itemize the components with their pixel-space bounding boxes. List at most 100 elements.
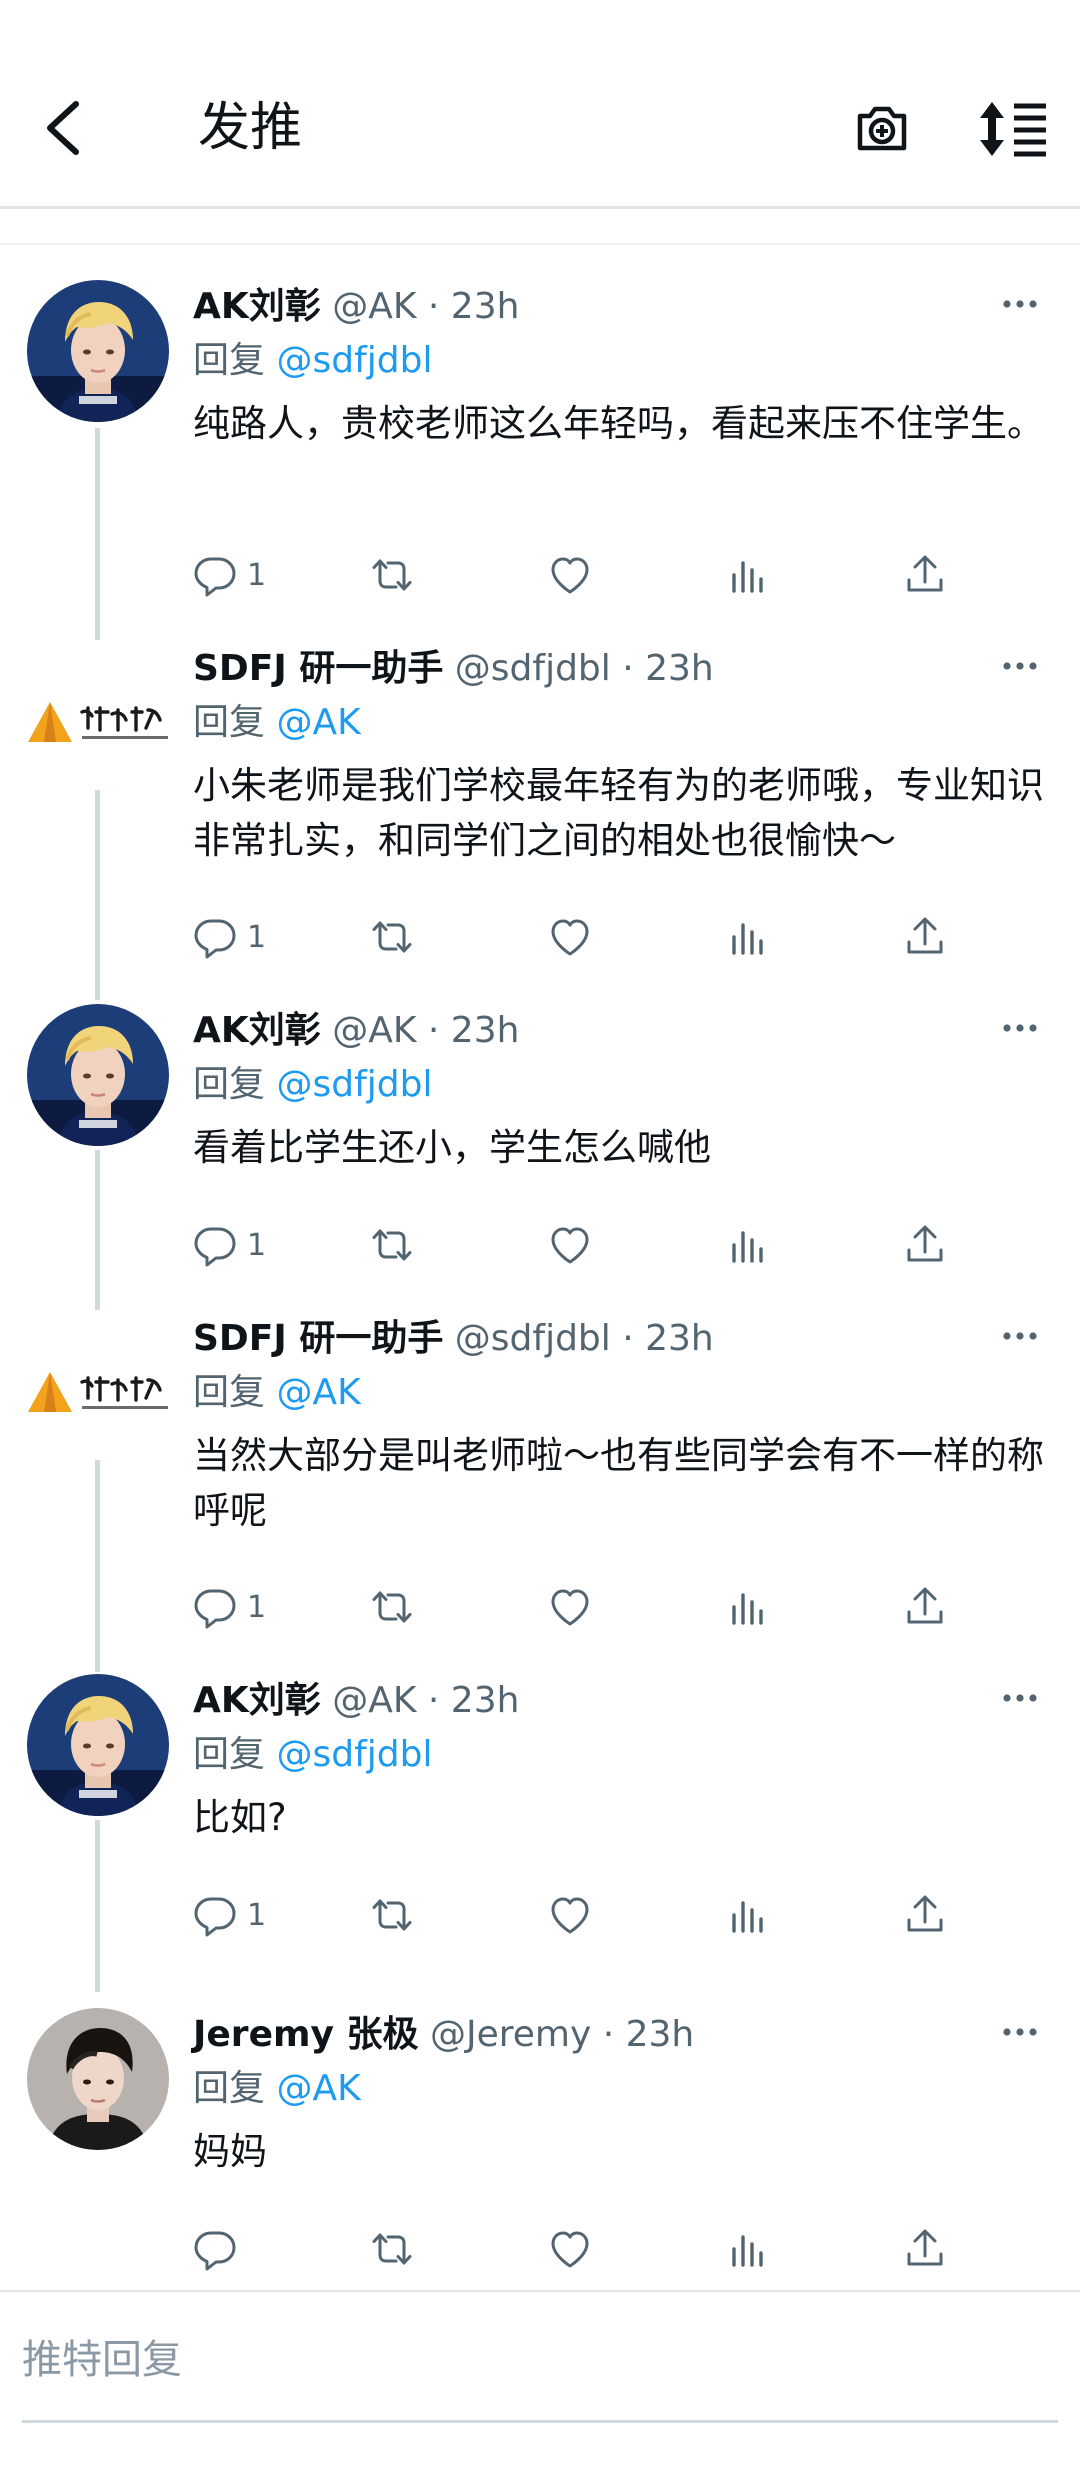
views-button[interactable] (726, 1220, 770, 1270)
retweet-icon (370, 1585, 414, 1629)
retweet-button[interactable] (370, 1582, 414, 1632)
action-bar: 1 (0, 1582, 1080, 1632)
tweet-text: 纯路人，贵校老师这么年轻吗，看起来压不住学生。 (193, 402, 1044, 445)
reply-mention[interactable]: @sdfjdbl (276, 340, 432, 381)
views-button[interactable] (726, 1890, 770, 1940)
display-name[interactable]: AK刘彰 (193, 1010, 321, 1051)
avatar[interactable] (27, 2008, 169, 2150)
heart-icon (548, 553, 592, 597)
like-button[interactable] (548, 1582, 592, 1632)
retweet-button[interactable] (370, 550, 414, 600)
reply-prefix: 回复 (193, 1372, 266, 1413)
display-name[interactable]: Jeremy 张极 (193, 2014, 419, 2055)
share-icon (903, 1893, 947, 1937)
views-bars-icon (726, 1585, 770, 1629)
like-button[interactable] (548, 2224, 592, 2274)
thread-line (95, 790, 100, 1000)
views-button[interactable] (726, 2224, 770, 2274)
reply-button[interactable]: 1 (193, 1220, 266, 1270)
camera-plus-icon[interactable] (852, 98, 912, 158)
thread-line (95, 1460, 100, 1672)
compose-divider (0, 2290, 1080, 2292)
views-button[interactable] (726, 912, 770, 962)
avatar[interactable] (22, 642, 174, 784)
display-name[interactable]: AK刘彰 (193, 1680, 321, 1721)
action-bar: 1 (0, 912, 1080, 962)
handle-time: @AK · 23h (332, 286, 520, 327)
more-dots-icon[interactable] (1002, 1022, 1038, 1034)
sort-lines-icon[interactable] (978, 100, 1048, 158)
views-bars-icon (726, 1223, 770, 1267)
views-button[interactable] (726, 1582, 770, 1632)
compose-underline (22, 2420, 1058, 2423)
reply-count: 1 (247, 1589, 267, 1625)
reply-prefix: 回复 (193, 1734, 266, 1775)
like-button[interactable] (548, 1220, 592, 1270)
reply-count: 1 (247, 919, 267, 955)
reply-prefix: 回复 (193, 340, 266, 381)
display-name[interactable]: SDFJ 研一助手 (193, 1318, 443, 1359)
reply-mention[interactable]: @AK (276, 1372, 360, 1413)
views-bars-icon (726, 553, 770, 597)
heart-icon (548, 2227, 592, 2271)
display-name[interactable]: AK刘彰 (193, 286, 321, 327)
more-dots-icon[interactable] (1002, 2026, 1038, 2038)
top-bar: 发推 (0, 0, 1080, 208)
action-bar: 1 (0, 1890, 1080, 1940)
reply-bubble-icon (193, 915, 237, 959)
reply-bubble-icon (193, 1585, 237, 1629)
reply-button[interactable] (193, 2224, 247, 2274)
reply-button[interactable]: 1 (193, 550, 266, 600)
like-button[interactable] (548, 550, 592, 600)
like-button[interactable] (548, 912, 592, 962)
share-button[interactable] (903, 1890, 947, 1940)
share-button[interactable] (903, 1220, 947, 1270)
chevron-left-icon[interactable] (36, 96, 92, 160)
views-bars-icon (726, 915, 770, 959)
share-icon (903, 2227, 947, 2271)
reply-mention[interactable]: @AK (276, 702, 360, 743)
avatar[interactable] (27, 1674, 169, 1816)
share-button[interactable] (903, 1582, 947, 1632)
tweet-text: 妈妈 (193, 2130, 267, 2173)
more-dots-icon[interactable] (1002, 1692, 1038, 1704)
share-icon (903, 1223, 947, 1267)
avatar[interactable] (27, 1004, 169, 1146)
handle-time: @AK · 23h (332, 1010, 520, 1051)
like-button[interactable] (548, 1890, 592, 1940)
retweet-button[interactable] (370, 1890, 414, 1940)
retweet-button[interactable] (370, 912, 414, 962)
more-dots-icon[interactable] (1002, 660, 1038, 672)
reply-button[interactable]: 1 (193, 912, 266, 962)
reply-mention[interactable]: @sdfjdbl (276, 1734, 432, 1775)
retweet-icon (370, 553, 414, 597)
views-button[interactable] (726, 550, 770, 600)
more-dots-icon[interactable] (1002, 1330, 1038, 1342)
display-name[interactable]: SDFJ 研一助手 (193, 648, 443, 689)
reply-count: 1 (247, 1227, 267, 1263)
share-button[interactable] (903, 912, 947, 962)
share-button[interactable] (903, 550, 947, 600)
reply-mention[interactable]: @AK (276, 2068, 360, 2109)
reply-count: 1 (247, 1897, 267, 1933)
more-dots-icon[interactable] (1002, 298, 1038, 310)
share-button[interactable] (903, 2224, 947, 2274)
reply-prefix: 回复 (193, 2068, 266, 2109)
avatar[interactable] (22, 1312, 174, 1454)
header-divider (0, 243, 1080, 245)
retweet-icon (370, 1223, 414, 1267)
share-icon (903, 553, 947, 597)
reply-button[interactable]: 1 (193, 1582, 266, 1632)
tweet-text: 比如? (193, 1796, 287, 1839)
reply-mention[interactable]: @sdfjdbl (276, 1064, 432, 1105)
handle-time: @sdfjdbl · 23h (454, 648, 714, 689)
reply-count: 1 (247, 557, 267, 593)
retweet-button[interactable] (370, 2224, 414, 2274)
header-divider (0, 206, 1080, 209)
retweet-button[interactable] (370, 1220, 414, 1270)
reply-input[interactable]: 推特回复 (22, 2330, 182, 2390)
share-icon (903, 915, 947, 959)
reply-button[interactable]: 1 (193, 1890, 266, 1940)
avatar[interactable] (27, 280, 169, 422)
heart-icon (548, 1585, 592, 1629)
